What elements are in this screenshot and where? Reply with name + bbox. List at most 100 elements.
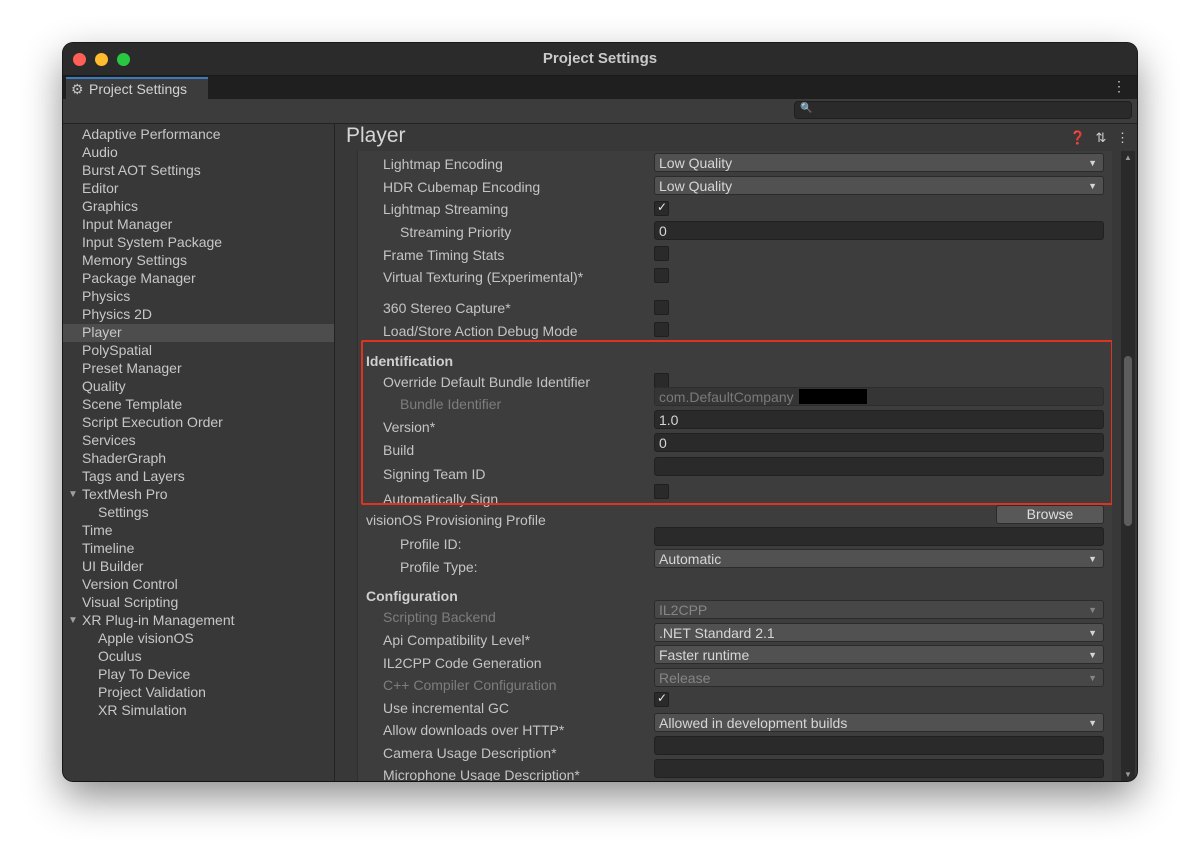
cpp-compiler-label: C++ Compiler Configuration [383, 677, 557, 693]
sidebar-item-version-control[interactable]: Version Control [82, 576, 178, 592]
sidebar-item-shadergraph[interactable]: ShaderGraph [82, 450, 166, 466]
sidebar-item-tags-and-layers[interactable]: Tags and Layers [82, 468, 185, 484]
vertical-scrollbar[interactable]: ▲ ▼ [1121, 151, 1135, 781]
stereo-capture-checkbox[interactable] [654, 300, 669, 315]
stereo-capture-label: 360 Stereo Capture* [383, 300, 511, 316]
dropdown-value: Automatic [659, 551, 722, 567]
sidebar-item-textmesh-settings[interactable]: Settings [98, 504, 149, 520]
virtual-texturing-checkbox[interactable] [654, 268, 669, 283]
sidebar-item-physics-2d[interactable]: Physics 2D [82, 306, 152, 322]
fold-arrow-icon[interactable]: ▼ [68, 615, 78, 626]
microphone-usage-label: Microphone Usage Description* [383, 767, 580, 781]
gear-icon: ⚙ [71, 81, 84, 97]
api-compatibility-label: Api Compatibility Level* [383, 632, 531, 648]
dropdown-value: Release [659, 670, 711, 686]
chevron-down-icon: ▼ [1088, 718, 1097, 728]
sidebar-item-xr-simulation[interactable]: XR Simulation [98, 702, 187, 718]
incremental-gc-label: Use incremental GC [383, 700, 510, 716]
sidebar-item-time[interactable]: Time [82, 522, 113, 538]
browse-button[interactable]: Browse [996, 505, 1104, 524]
page-title: Player [346, 124, 406, 147]
sidebar-item-package-manager[interactable]: Package Manager [82, 270, 196, 286]
profile-id-label: Profile ID: [400, 536, 462, 552]
sidebar-item-oculus[interactable]: Oculus [98, 648, 142, 664]
sidebar-item-player[interactable]: Player [82, 324, 122, 340]
sidebar-item-project-validation[interactable]: Project Validation [98, 684, 206, 700]
sidebar-item-audio[interactable]: Audio [82, 144, 118, 160]
checkmark-icon: ✓ [657, 200, 668, 214]
lightmap-streaming-checkbox[interactable]: ✓ [654, 200, 669, 216]
hdr-cubemap-encoding-dropdown[interactable]: Low Quality ▼ [654, 176, 1104, 195]
lightmap-encoding-dropdown[interactable]: Low Quality ▼ [654, 153, 1104, 172]
streaming-priority-field[interactable]: 0 [654, 221, 1104, 240]
incremental-gc-checkbox[interactable]: ✓ [654, 691, 669, 707]
profile-type-dropdown[interactable]: Automatic ▼ [654, 549, 1104, 568]
search-input[interactable]: 🔍 [794, 101, 1132, 119]
scroll-up-icon[interactable]: ▲ [1124, 153, 1132, 162]
chevron-down-icon: ▼ [1088, 650, 1097, 660]
tab-bar: ⚙ Project Settings ⋮ [63, 76, 1137, 99]
main-panel: Player ❓ ⇅ ⋮ Lightmap Encoding Low Quali… [335, 124, 1137, 781]
sidebar-item-timeline[interactable]: Timeline [82, 540, 134, 556]
http-downloads-dropdown[interactable]: Allowed in development builds ▼ [654, 713, 1104, 732]
sidebar-item-preset-manager[interactable]: Preset Manager [82, 360, 182, 376]
sidebar-item-physics[interactable]: Physics [82, 288, 130, 304]
dropdown-value: Allowed in development builds [659, 715, 848, 731]
scrollbar-thumb[interactable] [1124, 356, 1132, 526]
profile-id-field[interactable] [654, 527, 1104, 546]
sidebar-item-script-execution-order[interactable]: Script Execution Order [82, 414, 223, 430]
player-settings-content: Lightmap Encoding Low Quality ▼ HDR Cube… [357, 151, 1112, 781]
load-store-debug-label: Load/Store Action Debug Mode [383, 323, 578, 339]
sidebar-item-textmesh-pro[interactable]: TextMesh Pro [82, 486, 168, 502]
profile-type-label: Profile Type: [400, 559, 478, 575]
api-compatibility-dropdown[interactable]: .NET Standard 2.1 ▼ [654, 623, 1104, 642]
load-store-debug-checkbox[interactable] [654, 322, 669, 337]
sidebar-item-polyspatial[interactable]: PolySpatial [82, 342, 152, 358]
sidebar-item-scene-template[interactable]: Scene Template [82, 396, 182, 412]
sidebar-item-adaptive-performance[interactable]: Adaptive Performance [82, 126, 221, 142]
sidebar-item-play-to-device[interactable]: Play To Device [98, 666, 190, 682]
microphone-usage-field[interactable] [654, 759, 1104, 778]
sidebar-item-input-manager[interactable]: Input Manager [82, 216, 172, 232]
dropdown-value: .NET Standard 2.1 [659, 625, 775, 641]
sidebar-item-visual-scripting[interactable]: Visual Scripting [82, 594, 178, 610]
checkmark-icon: ✓ [657, 691, 668, 705]
kebab-menu-icon[interactable]: ⋮ [1112, 78, 1126, 95]
frame-timing-stats-checkbox[interactable] [654, 246, 669, 261]
sidebar-item-input-system-package[interactable]: Input System Package [82, 234, 222, 250]
fold-arrow-icon[interactable]: ▼ [68, 489, 78, 500]
dropdown-value: Low Quality [659, 155, 733, 171]
identification-highlight-box [361, 340, 1112, 505]
virtual-texturing-label: Virtual Texturing (Experimental)* [383, 269, 584, 285]
search-icon: 🔍 [800, 103, 813, 114]
sidebar-item-burst-aot-settings[interactable]: Burst AOT Settings [82, 162, 201, 178]
sidebar-item-graphics[interactable]: Graphics [82, 198, 138, 214]
settings-sidebar: Adaptive Performance Audio Burst AOT Set… [63, 124, 335, 781]
sidebar-item-xr-plugin-management[interactable]: XR Plug-in Management [82, 612, 235, 628]
sidebar-item-memory-settings[interactable]: Memory Settings [82, 252, 187, 268]
project-settings-window: Project Settings ⚙ Project Settings ⋮ 🔍 … [63, 43, 1137, 781]
header-tool-icons[interactable]: ❓ ⇅ ⋮ [1070, 130, 1129, 146]
lightmap-streaming-label: Lightmap Streaming [383, 201, 509, 217]
il2cpp-codegen-label: IL2CPP Code Generation [383, 655, 542, 671]
sidebar-item-apple-visionos[interactable]: Apple visionOS [98, 630, 194, 646]
il2cpp-codegen-dropdown[interactable]: Faster runtime ▼ [654, 645, 1104, 664]
lightmap-encoding-label: Lightmap Encoding [383, 156, 503, 172]
tab-project-settings[interactable]: ⚙ Project Settings [66, 77, 208, 99]
sidebar-item-services[interactable]: Services [82, 432, 136, 448]
scripting-backend-dropdown: IL2CPP ▼ [654, 600, 1104, 619]
chevron-down-icon: ▼ [1088, 554, 1097, 564]
chevron-down-icon: ▼ [1088, 628, 1097, 638]
camera-usage-field[interactable] [654, 736, 1104, 755]
provisioning-profile-label: visionOS Provisioning Profile [366, 512, 546, 528]
dropdown-value: IL2CPP [659, 602, 708, 618]
window-title: Project Settings [542, 50, 658, 67]
dropdown-value: Low Quality [659, 178, 733, 194]
sidebar-item-quality[interactable]: Quality [82, 378, 126, 394]
configuration-header: Configuration [366, 588, 458, 604]
scroll-down-icon[interactable]: ▼ [1124, 770, 1132, 779]
camera-usage-label: Camera Usage Description* [383, 745, 557, 761]
sidebar-item-ui-builder[interactable]: UI Builder [82, 558, 143, 574]
dropdown-value: Faster runtime [659, 647, 750, 663]
sidebar-item-editor[interactable]: Editor [82, 180, 119, 196]
